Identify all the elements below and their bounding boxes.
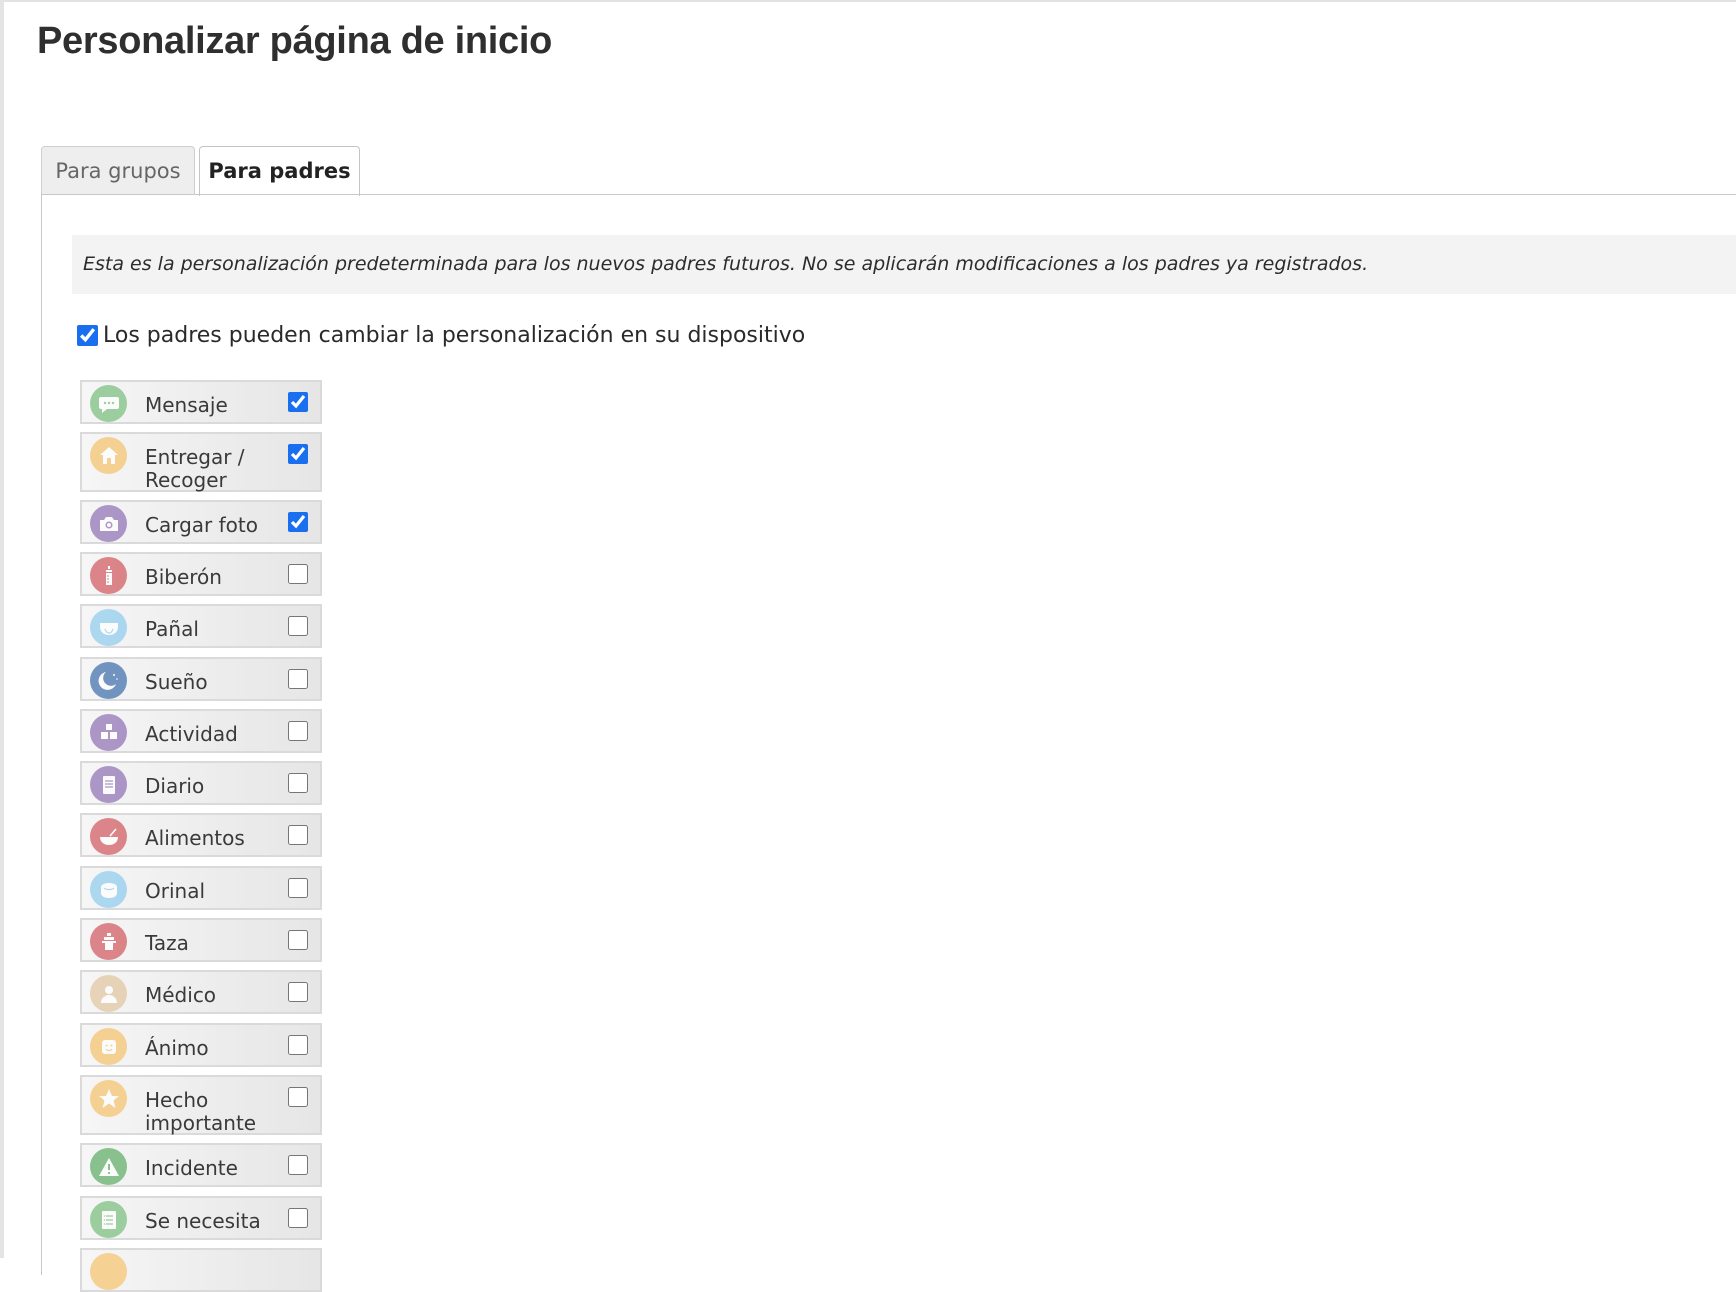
info-notice: Esta es la personalización predeterminad… <box>72 235 1736 294</box>
home-item-mensaje[interactable]: Mensaje <box>80 380 322 424</box>
house-icon <box>90 437 127 474</box>
left-border <box>0 0 4 1258</box>
home-item-se-necesita[interactable]: Se necesita <box>80 1196 322 1240</box>
moon-icon <box>90 662 127 699</box>
star-icon <box>90 1080 127 1117</box>
home-item-checkbox[interactable] <box>288 512 308 532</box>
home-item-label: Alimentos <box>145 826 245 850</box>
blocks-icon <box>90 714 127 751</box>
home-item-checkbox[interactable] <box>288 1035 308 1055</box>
home-item-panal[interactable]: Pañal <box>80 604 322 648</box>
doctor-icon <box>90 975 127 1012</box>
smiley-icon <box>90 1028 127 1065</box>
top-border <box>0 0 1736 2</box>
home-item-medico[interactable]: Médico <box>80 970 322 1014</box>
home-item-checkbox[interactable] <box>288 1087 308 1107</box>
home-item-entregar-recoger[interactable]: Entregar / Recoger <box>80 432 322 492</box>
parents-can-customize-option[interactable]: Los padres pueden cambiar la personaliza… <box>77 320 805 350</box>
home-item-label: Biberón <box>145 565 222 589</box>
home-item-cargar-foto[interactable]: Cargar foto <box>80 500 322 544</box>
message-bubble-icon <box>90 385 127 422</box>
parents-can-customize-label: Los padres pueden cambiar la personaliza… <box>103 322 806 348</box>
checklist-icon <box>90 1201 127 1238</box>
home-item-label: Mensaje <box>145 393 228 417</box>
diaper-icon <box>90 609 127 646</box>
home-item-checkbox[interactable] <box>288 878 308 898</box>
home-item-sueno[interactable]: Sueño <box>80 657 322 701</box>
home-item-checkbox[interactable] <box>288 930 308 950</box>
home-item-label: Orinal <box>145 879 206 903</box>
home-item-actividad[interactable]: Actividad <box>80 709 322 753</box>
home-item-checkbox[interactable] <box>288 773 308 793</box>
home-item-label: Incidente <box>145 1156 238 1180</box>
home-item-label: Diario <box>145 774 205 798</box>
home-item-label: Actividad <box>145 722 238 746</box>
tab-para-grupos[interactable]: Para grupos <box>41 146 195 194</box>
parents-can-customize-checkbox[interactable] <box>77 324 98 346</box>
home-item-checkbox[interactable] <box>288 1155 308 1175</box>
home-item-animo[interactable]: Ánimo <box>80 1023 322 1067</box>
food-bowl-icon <box>90 818 127 855</box>
home-item-label: Se necesita <box>145 1209 261 1233</box>
home-item-label: Médico <box>145 983 217 1007</box>
home-item-label: Sueño <box>145 670 208 694</box>
home-item-hecho-importante[interactable]: Hecho importante <box>80 1075 322 1135</box>
warning-icon <box>90 1148 127 1185</box>
home-item-taza[interactable]: Taza <box>80 918 322 962</box>
home-item-checkbox[interactable] <box>288 392 308 412</box>
home-item-orinal[interactable]: Orinal <box>80 866 322 910</box>
partial-icon <box>90 1253 127 1290</box>
home-item-incidente[interactable]: Incidente <box>80 1143 322 1187</box>
home-item-label: Taza <box>145 931 189 955</box>
home-item-label: Pañal <box>145 617 199 641</box>
page-title: Personalizar página de inicio <box>37 20 553 62</box>
home-item-partial[interactable] <box>80 1248 322 1292</box>
home-item-checkbox[interactable] <box>288 444 308 464</box>
home-item-diario[interactable]: Diario <box>80 761 322 805</box>
home-item-checkbox[interactable] <box>288 1208 308 1228</box>
sippy-cup-icon <box>90 923 127 960</box>
tab-para-padres[interactable]: Para padres <box>199 146 360 196</box>
home-item-label: Ánimo <box>145 1036 209 1060</box>
home-item-checkbox[interactable] <box>288 669 308 689</box>
home-item-checkbox[interactable] <box>288 721 308 741</box>
home-item-checkbox[interactable] <box>288 616 308 636</box>
home-item-label: Cargar foto <box>145 513 258 537</box>
notebook-icon <box>90 766 127 803</box>
potty-icon <box>90 871 127 908</box>
home-item-checkbox[interactable] <box>288 982 308 1002</box>
camera-icon <box>90 505 127 542</box>
home-item-label: Hecho importante <box>145 1088 257 1135</box>
home-item-alimentos[interactable]: Alimentos <box>80 813 322 857</box>
baby-bottle-icon <box>90 557 127 594</box>
home-item-label: Entregar / Recoger <box>145 445 245 492</box>
home-item-checkbox[interactable] <box>288 825 308 845</box>
home-item-biberon[interactable]: Biberón <box>80 552 322 596</box>
home-item-checkbox[interactable] <box>288 564 308 584</box>
